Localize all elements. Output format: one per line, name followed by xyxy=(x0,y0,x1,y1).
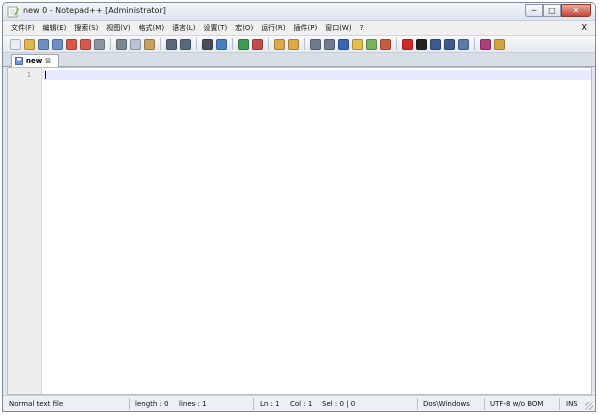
menu-plugins[interactable]: 插件(P) xyxy=(294,23,318,33)
status-length: length : 0 xyxy=(135,400,169,408)
redo-icon[interactable] xyxy=(180,38,191,50)
save-icon[interactable] xyxy=(38,38,49,50)
close-window-button[interactable]: ✕ xyxy=(561,4,591,17)
toolbar-separator xyxy=(160,38,161,50)
status-bar: Normal text file length : 0 lines : 1 Ln… xyxy=(3,395,595,411)
indent-guide-icon[interactable] xyxy=(338,38,349,50)
toolbar xyxy=(3,35,595,53)
window-title: new 0 - Notepad++ [Administrator] xyxy=(23,6,166,15)
notepad-window: new 0 - Notepad++ [Administrator] ─ □ ✕ … xyxy=(2,2,596,412)
menu-format[interactable]: 格式(M) xyxy=(139,23,165,33)
find-icon[interactable] xyxy=(202,38,213,50)
word-wrap-icon[interactable] xyxy=(310,38,321,50)
menu-edit[interactable]: 编辑(E) xyxy=(43,23,67,33)
text-caret xyxy=(45,71,46,79)
status-eol: Dos\Windows xyxy=(423,400,470,408)
record-macro-icon[interactable] xyxy=(402,38,413,50)
sync-vertical-icon[interactable] xyxy=(274,38,285,50)
document-saved-icon xyxy=(15,57,23,65)
function-list-icon[interactable] xyxy=(380,38,391,50)
notepad-app-icon xyxy=(7,6,19,18)
toolbar-separator xyxy=(268,38,269,50)
play-macro-icon[interactable] xyxy=(430,38,441,50)
copy-icon[interactable] xyxy=(130,38,141,50)
save-macro-icon[interactable] xyxy=(458,38,469,50)
toolbar-separator xyxy=(304,38,305,50)
menu-file[interactable]: 文件(F) xyxy=(11,23,35,33)
zoom-in-icon[interactable] xyxy=(238,38,249,50)
spell-check-icon[interactable] xyxy=(480,38,491,50)
undo-icon[interactable] xyxy=(166,38,177,50)
status-lines: lines : 1 xyxy=(179,400,207,408)
status-encoding: UTF-8 w/o BOM xyxy=(490,400,544,408)
menu-view[interactable]: 视图(V) xyxy=(106,23,130,33)
sync-horizontal-icon[interactable] xyxy=(288,38,299,50)
play-multiple-icon[interactable] xyxy=(444,38,455,50)
tab-close-icon[interactable]: ⊠ xyxy=(45,57,51,65)
show-all-chars-icon[interactable] xyxy=(324,38,335,50)
line-number-gutter: 1 xyxy=(8,68,42,394)
menu-settings[interactable]: 设置(T) xyxy=(203,23,227,33)
tab-label: new xyxy=(26,57,43,65)
minimize-button[interactable]: ─ xyxy=(525,4,543,17)
close-document-button[interactable]: X xyxy=(582,23,587,32)
toolbar-separator xyxy=(232,38,233,50)
new-file-icon[interactable] xyxy=(10,38,21,50)
menu-search[interactable]: 搜索(S) xyxy=(74,23,98,33)
open-file-icon[interactable] xyxy=(24,38,35,50)
maximize-button[interactable]: □ xyxy=(543,4,561,17)
status-col: Col : 1 xyxy=(290,400,313,408)
status-mode: INS xyxy=(566,400,578,408)
menu-bar: 文件(F) 编辑(E) 搜索(S) 视图(V) 格式(M) 语言(L) 设置(T… xyxy=(3,21,595,35)
editor-area[interactable]: 1 xyxy=(7,67,592,395)
status-ln: Ln : 1 xyxy=(260,400,280,408)
status-file-type: Normal text file xyxy=(9,400,64,408)
paste-icon[interactable] xyxy=(144,38,155,50)
menu-run[interactable]: 运行(R) xyxy=(261,23,285,33)
replace-icon[interactable] xyxy=(216,38,227,50)
menu-macro[interactable]: 宏(O) xyxy=(235,23,253,33)
tab-new[interactable]: new ⊠ xyxy=(11,54,59,67)
close-all-icon[interactable] xyxy=(80,38,91,50)
plugin-icon[interactable] xyxy=(494,38,505,50)
title-bar[interactable]: new 0 - Notepad++ [Administrator] ─ □ ✕ xyxy=(3,3,595,21)
menu-language[interactable]: 语言(L) xyxy=(172,23,195,33)
close-icon[interactable] xyxy=(66,38,77,50)
tab-bar: new ⊠ xyxy=(3,53,595,67)
resize-grip[interactable] xyxy=(585,402,593,410)
status-sel: Sel : 0 | 0 xyxy=(322,400,356,408)
toolbar-separator xyxy=(196,38,197,50)
cut-icon[interactable] xyxy=(116,38,127,50)
current-line-highlight xyxy=(42,70,591,80)
doc-map-icon[interactable] xyxy=(366,38,377,50)
line-number: 1 xyxy=(26,71,31,79)
save-all-icon[interactable] xyxy=(52,38,63,50)
user-lang-icon[interactable] xyxy=(352,38,363,50)
menu-help[interactable]: ? xyxy=(360,24,364,32)
zoom-out-icon[interactable] xyxy=(252,38,263,50)
toolbar-separator xyxy=(396,38,397,50)
toolbar-separator xyxy=(110,38,111,50)
toolbar-separator xyxy=(474,38,475,50)
stop-record-icon[interactable] xyxy=(416,38,427,50)
menu-window[interactable]: 窗口(W) xyxy=(325,23,351,33)
print-icon[interactable] xyxy=(94,38,105,50)
